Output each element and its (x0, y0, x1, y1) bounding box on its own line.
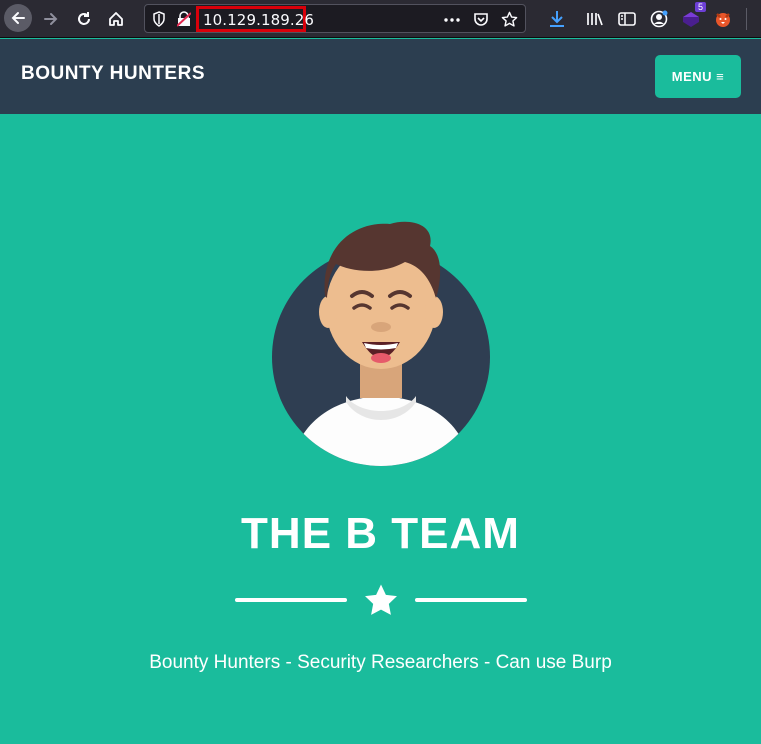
divider-right (415, 598, 527, 602)
masthead: THE B TEAM Bounty Hunters - Security Res… (0, 114, 761, 744)
toolbar-divider (746, 8, 747, 30)
home-button[interactable] (102, 5, 130, 33)
browser-toolbar: 10.129.189.26 5 (0, 0, 761, 38)
reload-button[interactable] (70, 5, 98, 33)
extension-icon[interactable]: 5 (678, 2, 706, 32)
library-icon[interactable] (582, 6, 608, 32)
star-icon (365, 584, 397, 615)
hamburger-icon[interactable] (755, 6, 761, 32)
foxyproxy-icon[interactable] (710, 6, 736, 32)
brand-link[interactable]: BOUNTY HUNTERS (21, 63, 205, 85)
insecure-lock-icon[interactable] (177, 11, 191, 27)
page-subtitle: Bounty Hunters - Security Researchers - … (149, 652, 612, 673)
back-button[interactable] (4, 4, 32, 32)
sidebar-icon[interactable] (614, 6, 640, 32)
extension-badge: 5 (694, 2, 706, 12)
menu-button[interactable]: MENU ≡ (655, 55, 741, 98)
forward-button[interactable] (37, 5, 65, 33)
account-icon[interactable] (646, 6, 672, 32)
back-arrow-icon (11, 12, 25, 24)
home-icon (109, 12, 123, 26)
page-title: THE B TEAM (241, 509, 520, 558)
more-icon[interactable] (442, 10, 461, 29)
download-icon[interactable] (544, 6, 570, 32)
url-text[interactable]: 10.129.189.26 (203, 11, 314, 29)
bookmark-star-icon[interactable] (500, 10, 519, 29)
site-navbar: BOUNTY HUNTERS MENU ≡ (0, 39, 761, 114)
pocket-icon[interactable] (471, 10, 490, 29)
divider-left (235, 598, 347, 602)
reload-icon (78, 12, 90, 25)
forward-arrow-icon (44, 13, 58, 25)
avatar-illustration (272, 221, 490, 466)
url-bar[interactable]: 10.129.189.26 (144, 4, 526, 33)
shield-icon[interactable] (152, 11, 166, 27)
